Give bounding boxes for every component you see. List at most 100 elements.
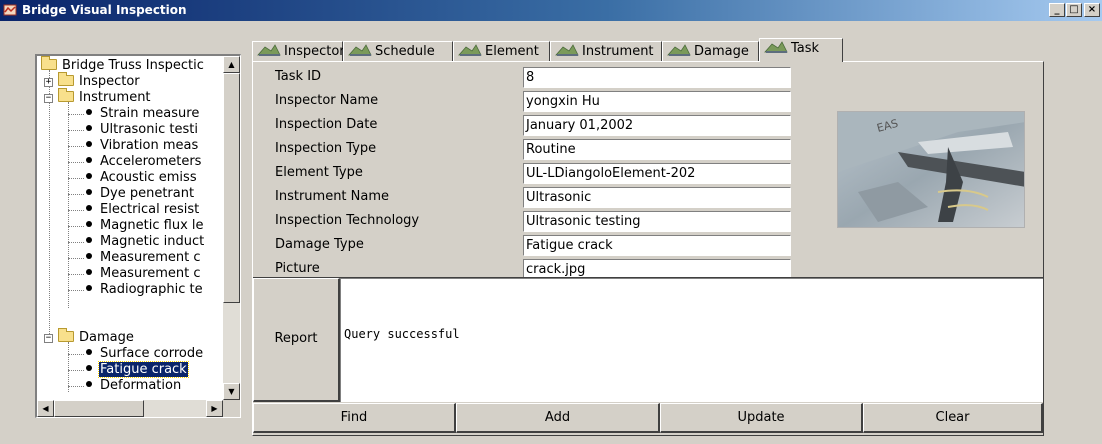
tab-task[interactable]: Task	[759, 38, 843, 62]
maximize-button[interactable]: □	[1066, 3, 1082, 17]
tree-instrument-item[interactable]: Strain measure	[86, 106, 200, 122]
update-button[interactable]: Update	[660, 403, 863, 433]
tree-instrument-item[interactable]: Measurement c	[86, 266, 202, 282]
tab-label: Instrument	[582, 44, 654, 59]
tree-node-instrument[interactable]: Instrument	[58, 88, 152, 106]
report-textarea[interactable]: Query successful	[340, 278, 1043, 402]
title-bar[interactable]: Bridge Visual Inspection _ □ ×	[0, 0, 1102, 21]
inspector-name-field[interactable]: yongxin Hu	[523, 91, 791, 112]
tree-node-label: Damage	[79, 330, 134, 345]
tree-instrument-item[interactable]: Measurement c	[86, 250, 202, 266]
tree-connector	[68, 258, 84, 259]
tree-view[interactable]: Bridge Truss Inspectic + Inspector − Ins…	[37, 56, 223, 400]
collapse-icon[interactable]: −	[44, 334, 53, 343]
tree-instrument-item[interactable]: Magnetic induct	[86, 234, 205, 250]
tree-connector	[68, 178, 84, 179]
report-text: Query successful	[344, 327, 460, 341]
tree-connector	[68, 130, 84, 131]
instrument-name-field[interactable]: Ultrasonic	[523, 187, 791, 208]
scroll-right-icon[interactable]: ▶	[206, 400, 223, 417]
task-id-label: Task ID	[275, 69, 322, 84]
task-panel: Task ID 8 Inspector Name yongxin Hu Inspecti…	[252, 61, 1044, 436]
tree-node-label: Inspector	[79, 74, 140, 89]
tree-leaf-label: Measurement c	[100, 250, 201, 265]
find-button[interactable]: Find	[253, 403, 456, 433]
tree-node-damage[interactable]: Damage	[58, 328, 135, 346]
tree-node-inspector[interactable]: Inspector	[58, 72, 141, 90]
tree-instrument-item[interactable]: Electrical resist	[86, 202, 200, 218]
clear-button[interactable]: Clear	[863, 403, 1043, 433]
collapse-icon[interactable]: −	[44, 94, 53, 103]
expand-icon[interactable]: +	[44, 78, 53, 87]
bridge-icon	[764, 41, 788, 53]
tree-connector	[68, 114, 84, 115]
tree-leaf-label: Vibration meas	[100, 138, 199, 153]
leaf-bullet-icon	[86, 269, 92, 275]
tree-instrument-item[interactable]: Ultrasonic testi	[86, 122, 199, 138]
tree-connector	[68, 146, 84, 147]
tree-connector	[68, 210, 84, 211]
scroll-down-icon[interactable]: ▼	[223, 383, 240, 400]
tab-schedule[interactable]: Schedule	[343, 41, 453, 62]
tree-connector	[68, 354, 84, 355]
tree-instrument-item[interactable]: Magnetic flux le	[86, 218, 205, 234]
tab-label: Damage	[694, 44, 749, 59]
tree-leaf-label: Strain measure	[100, 106, 200, 121]
tree-instrument-item[interactable]: Acoustic emiss	[86, 170, 198, 186]
inspection-type-field[interactable]: Routine	[523, 139, 791, 160]
damage-type-field[interactable]: Fatigue crack	[523, 235, 791, 256]
report-button[interactable]: Report	[253, 278, 340, 402]
window-title: Bridge Visual Inspection	[22, 3, 187, 17]
tree-connector	[68, 102, 69, 308]
leaf-bullet-icon	[86, 125, 92, 131]
inspection-technology-field[interactable]: Ultrasonic testing	[523, 211, 791, 232]
damage-type-label: Damage Type	[275, 237, 364, 252]
tree-instrument-item[interactable]: Accelerometers	[86, 154, 202, 170]
tab-damage[interactable]: Damage	[662, 41, 759, 62]
scroll-thumb[interactable]	[54, 400, 144, 417]
picture-label: Picture	[275, 261, 320, 276]
tree-instrument-item[interactable]: Dye penetrant	[86, 186, 195, 202]
tree-connector	[68, 290, 84, 291]
tree-instrument-item[interactable]: Vibration meas	[86, 138, 199, 154]
tree-damage-item[interactable]: Fatigue crack	[86, 361, 189, 378]
scroll-up-icon[interactable]: ▲	[223, 56, 240, 73]
inspection-technology-label: Inspection Technology	[275, 213, 420, 228]
tree-leaf-label: Measurement c	[100, 266, 201, 281]
open-folder-icon	[58, 328, 74, 342]
tree-damage-item[interactable]: Surface corrode	[86, 346, 204, 362]
element-type-label: Element Type	[275, 165, 363, 180]
minimize-button[interactable]: _	[1049, 3, 1065, 17]
folder-icon	[41, 56, 57, 70]
tree-leaf-label: Deformation	[100, 378, 182, 393]
tree-damage-item[interactable]: Deformation	[86, 378, 182, 394]
scroll-left-icon[interactable]: ◀	[37, 400, 54, 417]
horizontal-scrollbar[interactable]: ◀ ▶	[37, 400, 223, 417]
leaf-bullet-icon	[86, 381, 92, 387]
tree-leaf-label: Magnetic flux le	[100, 218, 204, 233]
leaf-bullet-icon	[86, 157, 92, 163]
tree-connector	[68, 370, 84, 371]
vertical-scrollbar[interactable]: ▲ ▼	[223, 56, 240, 400]
open-folder-icon	[58, 88, 74, 102]
crack-photo: EAS	[837, 111, 1025, 228]
report-section: Report Query successful	[253, 277, 1043, 402]
tree-panel: Bridge Truss Inspectic + Inspector − Ins…	[35, 54, 241, 418]
scroll-thumb[interactable]	[223, 73, 240, 303]
inspection-date-field[interactable]: January 01,2002	[523, 115, 791, 136]
task-id-field[interactable]: 8	[523, 67, 791, 88]
add-button[interactable]: Add	[456, 403, 660, 433]
tree-leaf-label: Electrical resist	[100, 202, 200, 217]
tab-inspector[interactable]: Inspector	[252, 41, 345, 62]
leaf-bullet-icon	[86, 141, 92, 147]
element-type-field[interactable]: UL-LDiangoloElement-202	[523, 163, 791, 184]
tab-element[interactable]: Element	[453, 41, 550, 62]
tree-connector	[68, 242, 84, 243]
tab-instrument[interactable]: Instrument	[550, 41, 662, 62]
tree-instrument-item[interactable]: Radiographic te	[86, 282, 204, 298]
tree-leaf-label: Dye penetrant	[100, 186, 195, 201]
tree-leaf-label: Fatigue crack	[98, 361, 189, 378]
instrument-name-label: Instrument Name	[275, 189, 390, 204]
close-button[interactable]: ×	[1084, 3, 1100, 17]
tree-connector	[49, 70, 50, 338]
